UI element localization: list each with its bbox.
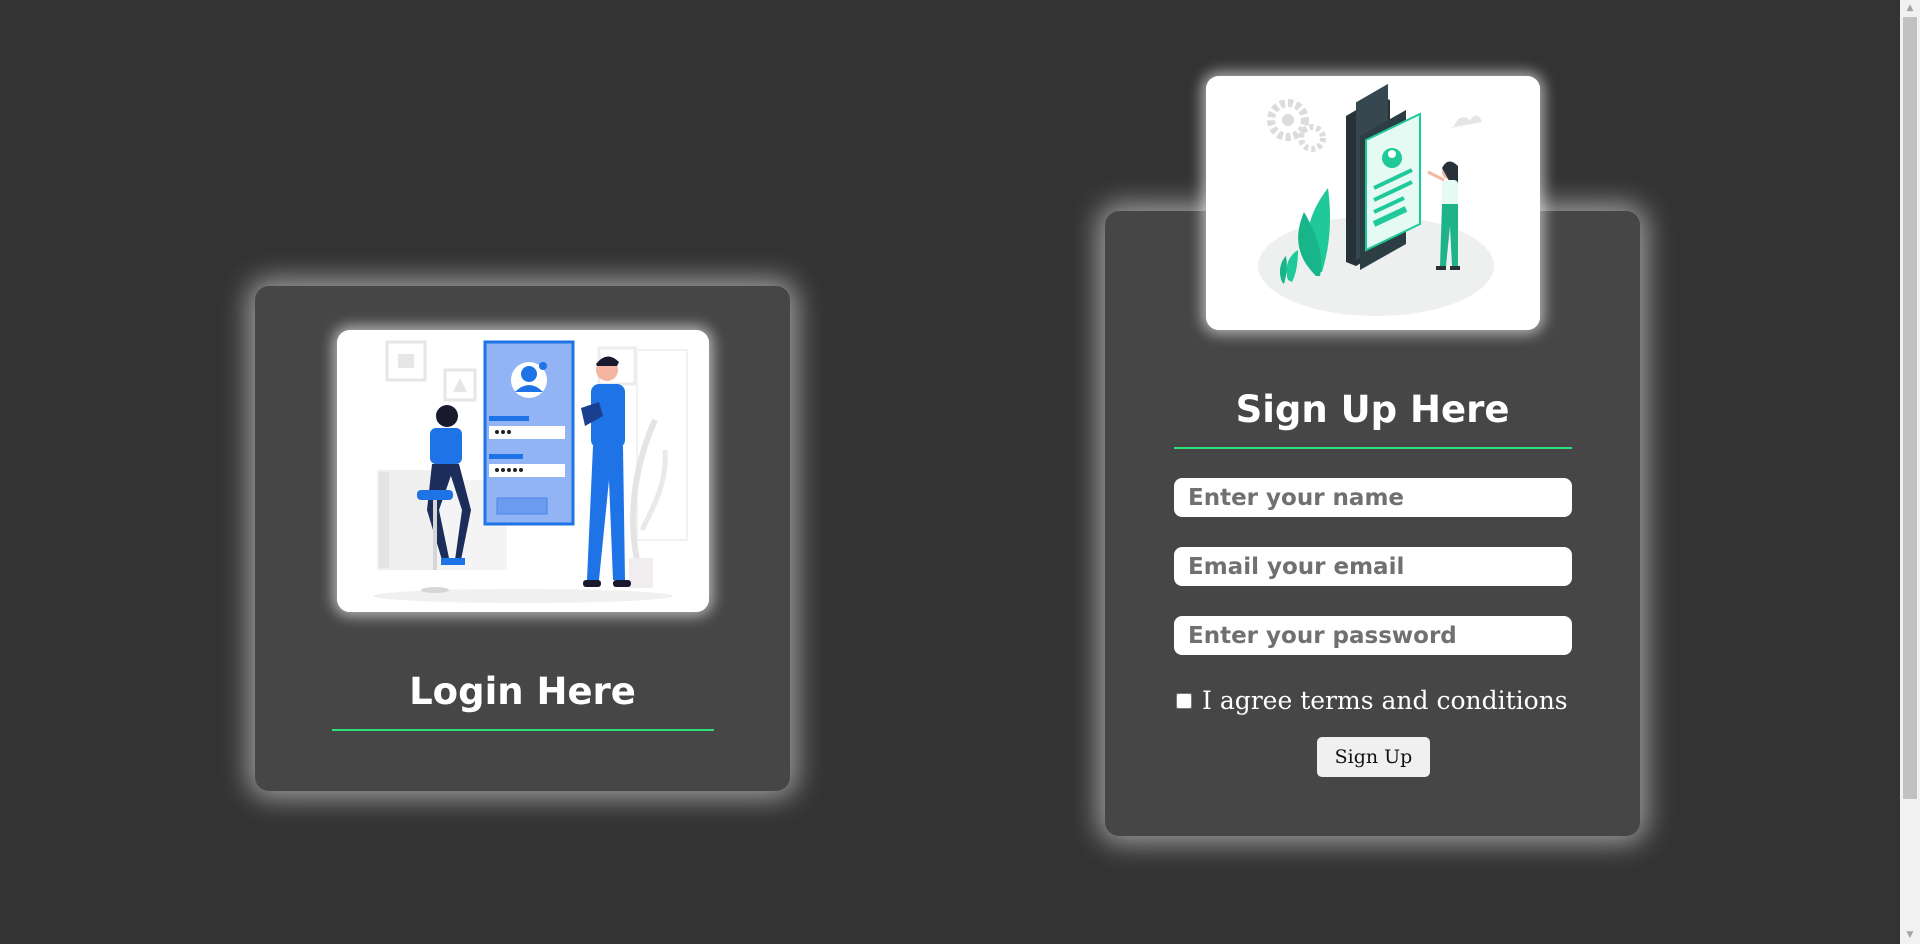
scroll-down-arrow-icon[interactable]: ▼ — [1900, 927, 1920, 944]
name-input[interactable] — [1174, 478, 1572, 517]
terms-checkbox[interactable] — [1176, 692, 1192, 709]
password-input[interactable] — [1174, 616, 1572, 655]
signup-button[interactable]: Sign Up — [1317, 737, 1430, 777]
terms-label: I agree terms and conditions — [1202, 686, 1568, 715]
signup-heading: Sign Up Here — [1235, 388, 1510, 431]
terms-row: I agree terms and conditions — [1176, 686, 1568, 715]
page: Login Here Sign Up Here Enter your name … — [0, 0, 1920, 944]
signup-card: Sign Up Here I agree terms and condition… — [1105, 76, 1640, 836]
signup-heading-underline — [1174, 447, 1572, 449]
login-card: Login Here — [255, 286, 790, 791]
scroll-up-arrow-icon[interactable]: ▲ — [1900, 0, 1920, 17]
vertical-scrollbar[interactable]: ▲ ▼ — [1900, 0, 1920, 944]
login-heading: Login Here — [409, 670, 636, 713]
login-heading-underline — [332, 729, 714, 731]
login-illustration-icon — [337, 330, 709, 612]
email-input[interactable] — [1174, 547, 1572, 586]
scrollbar-thumb[interactable] — [1903, 17, 1917, 799]
signup-illustration-icon — [1206, 76, 1540, 330]
